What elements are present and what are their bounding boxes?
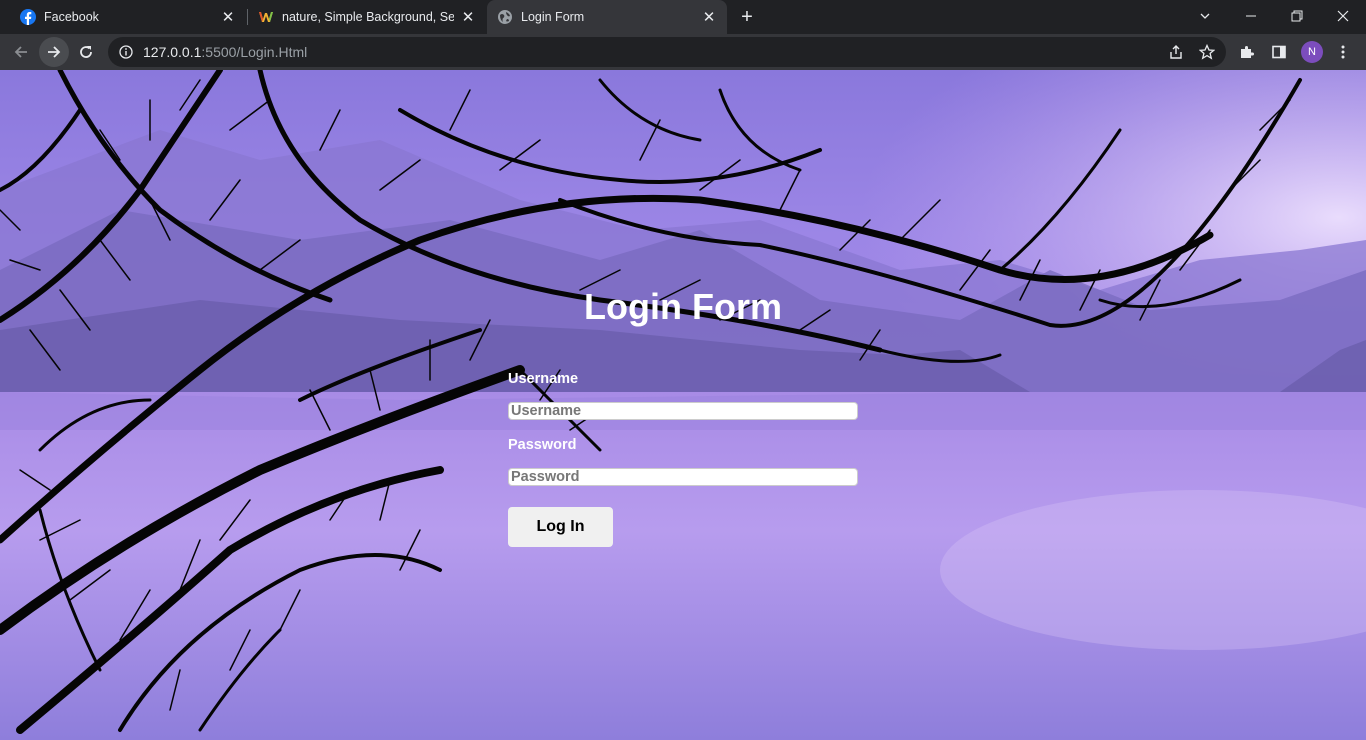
close-icon[interactable]: ✕: [701, 9, 717, 26]
back-button[interactable]: [6, 37, 36, 67]
tab-nature-background[interactable]: nature, Simple Background, Sea W ✕: [248, 0, 486, 34]
wallhaven-icon: [259, 12, 273, 22]
globe-icon: [498, 10, 512, 24]
side-panel-icon: [1272, 45, 1286, 59]
tab-label: Facebook: [44, 10, 99, 24]
password-input[interactable]: [508, 468, 858, 486]
password-label: Password: [508, 437, 577, 453]
chevron-down-icon: [1200, 13, 1210, 19]
browser-toolbar: 127.0.0.1:5500/Login.Html: [0, 34, 1366, 70]
url-path: :5500/Login.Html: [201, 44, 308, 60]
side-panel-button[interactable]: [1264, 37, 1294, 67]
tab-label: nature, Simple Background, Sea W: [282, 10, 454, 24]
menu-button[interactable]: [1328, 37, 1358, 67]
tab-search-button[interactable]: [1182, 0, 1228, 32]
url-text[interactable]: 127.0.0.1:5500/Login.Html: [143, 44, 307, 60]
url-host: 127.0.0.1: [143, 44, 202, 60]
info-icon: [119, 45, 133, 59]
restore-icon: [1291, 10, 1303, 22]
close-icon[interactable]: ✕: [220, 9, 236, 26]
address-bar[interactable]: 127.0.0.1:5500/Login.Html: [108, 37, 1226, 67]
close-icon[interactable]: ✕: [460, 9, 476, 26]
forward-button[interactable]: [39, 37, 69, 67]
more-vert-icon: [1341, 45, 1345, 59]
close-window-button[interactable]: [1320, 0, 1366, 32]
extensions-button[interactable]: [1232, 37, 1262, 67]
page-viewport: Login Form Username Password Log In: [0, 70, 1366, 740]
reload-button[interactable]: [71, 37, 101, 67]
login-button[interactable]: Log In: [508, 507, 613, 547]
bookmark-star-icon[interactable]: [1199, 44, 1215, 60]
new-tab-button[interactable]: +: [736, 7, 758, 29]
puzzle-icon: [1241, 46, 1254, 58]
restore-button[interactable]: [1274, 0, 1320, 32]
minimize-icon: [1246, 15, 1256, 17]
username-label: Username: [508, 371, 579, 387]
tab-label: Login Form: [521, 10, 585, 24]
close-icon: [1337, 10, 1349, 22]
username-input[interactable]: [508, 402, 858, 420]
page-title: Login Form: [584, 286, 782, 327]
profile-avatar[interactable]: N: [1301, 41, 1323, 63]
tab-login-form[interactable]: Login Form ✕: [487, 0, 727, 34]
arrow-left-icon: [14, 46, 27, 58]
tab-strip: Facebook ✕ nature, Simple Background, Se…: [0, 0, 1366, 34]
reload-icon: [80, 46, 92, 58]
arrow-right-icon: [48, 46, 61, 58]
minimize-button[interactable]: [1228, 0, 1274, 32]
facebook-icon: [20, 9, 36, 25]
share-icon[interactable]: [1168, 44, 1184, 60]
tab-facebook[interactable]: Facebook ✕: [0, 0, 246, 34]
